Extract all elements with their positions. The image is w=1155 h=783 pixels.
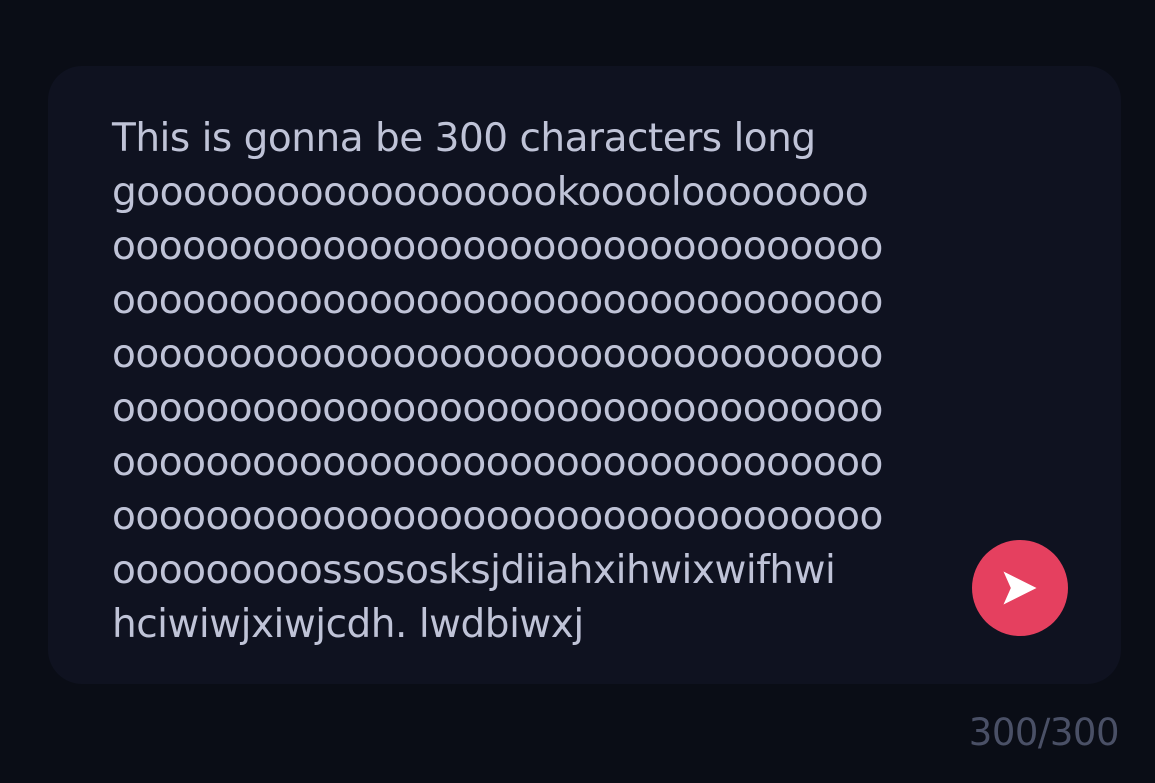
send-arrow-icon — [1003, 571, 1037, 605]
message-line: ooooooooooooooooooooooooooooooooo — [112, 386, 883, 431]
message-line: hciwiwjxiwjcdh. lwdbiwxj — [112, 602, 584, 647]
message-text-area[interactable]: This is gonna be 300 characters long goo… — [112, 112, 932, 652]
message-composer: This is gonna be 300 characters long goo… — [48, 66, 1121, 684]
message-line: ooooooooossososksjdiiahxihwixwifhwi — [112, 548, 836, 593]
character-counter: 300/300 — [968, 711, 1120, 754]
message-line: This is gonna be 300 characters long — [112, 116, 816, 161]
message-line: ooooooooooooooooooooooooooooooooo — [112, 278, 883, 323]
message-line: ooooooooooooooooooooooooooooooooo — [112, 440, 883, 485]
message-line: ooooooooooooooooooooooooooooooooo — [112, 224, 883, 269]
message-line: ooooooooooooooooooooooooooooooooo — [112, 332, 883, 377]
send-button[interactable] — [972, 540, 1068, 636]
message-composer-screen: This is gonna be 300 characters long goo… — [0, 0, 1155, 783]
message-line: ooooooooooooooooooooooooooooooooo — [112, 494, 883, 539]
message-line: gooooooooooooooooookooooloooooooo — [112, 170, 869, 215]
